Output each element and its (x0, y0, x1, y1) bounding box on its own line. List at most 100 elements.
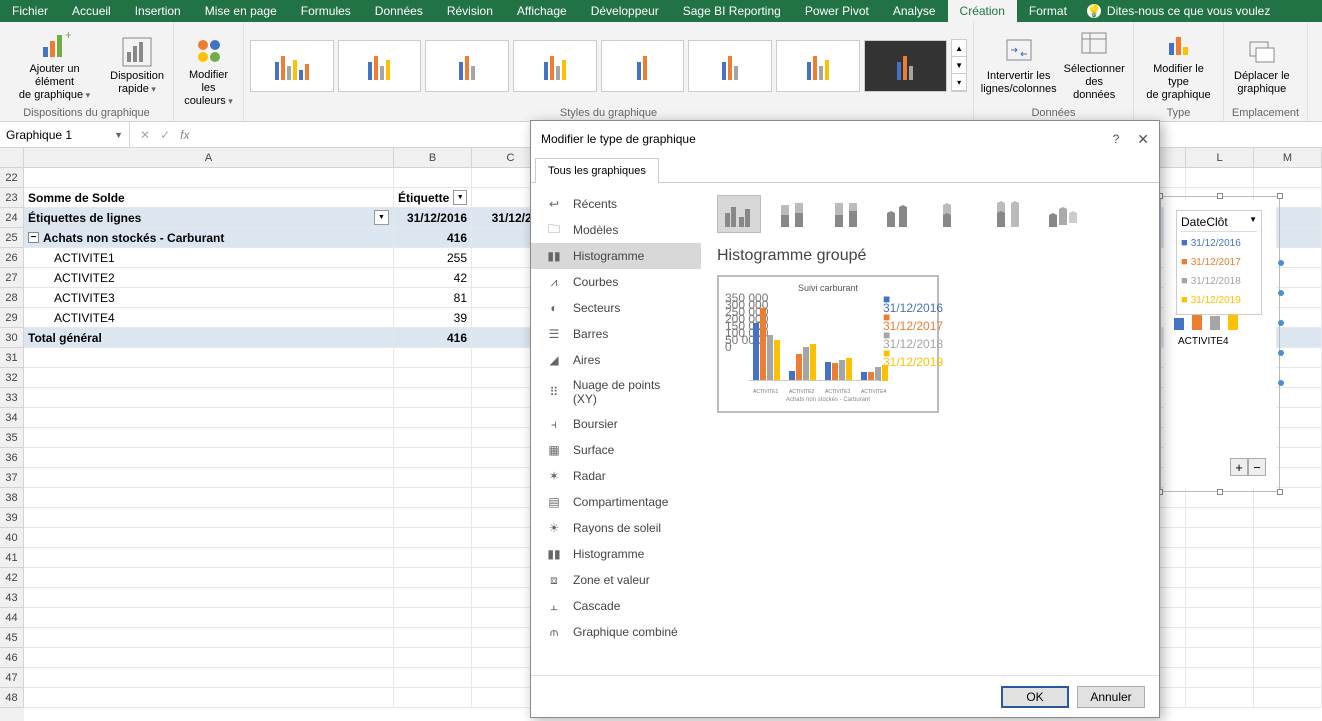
row-header[interactable]: 22 (0, 168, 24, 188)
cat-recents[interactable]: ↩Récents (531, 191, 701, 217)
row-header[interactable]: 35 (0, 428, 24, 448)
tab-developpeur[interactable]: Développeur (579, 0, 671, 22)
tell-me[interactable]: 💡 Dites-nous ce que vous voulez (1079, 0, 1270, 22)
row-header[interactable]: 41 (0, 548, 24, 568)
tab-sage-bi[interactable]: Sage BI Reporting (671, 0, 793, 22)
help-icon[interactable]: ? (1113, 132, 1120, 146)
tab-affichage[interactable]: Affichage (505, 0, 579, 22)
row-header[interactable]: 40 (0, 528, 24, 548)
subtype-clustered-column[interactable] (717, 195, 761, 233)
col-header[interactable]: B (394, 148, 472, 168)
tab-power-pivot[interactable]: Power Pivot (793, 0, 881, 22)
chart-style-6[interactable] (688, 40, 772, 92)
chart-style-2[interactable] (338, 40, 422, 92)
dialog-titlebar[interactable]: Modifier le type de graphique ? ✕ (531, 121, 1159, 157)
move-chart-button[interactable]: Déplacer le graphique (1230, 34, 1294, 98)
cat-histogram2[interactable]: ▮▮Histogramme (531, 541, 701, 567)
chart-style-5[interactable] (601, 40, 685, 92)
cancel-button[interactable]: Annuler (1077, 686, 1145, 708)
col-header[interactable]: L (1186, 148, 1254, 168)
cat-histogram[interactable]: ▮▮Histogramme (531, 243, 701, 269)
filter-button[interactable]: ▼ (374, 210, 389, 225)
subtype-stacked-column[interactable] (771, 195, 815, 233)
expand-button[interactable]: + (1230, 458, 1248, 476)
change-chart-type-button[interactable]: Modifier le type de graphique (1140, 27, 1217, 104)
slicer[interactable]: DateClôt▼ 31/12/2016 31/12/2017 31/12/20… (1176, 210, 1262, 315)
cat-scatter[interactable]: ⠿Nuage de points (XY) (531, 373, 701, 411)
tab-accueil[interactable]: Accueil (60, 0, 123, 22)
cat-waterfall[interactable]: ⫠Cascade (531, 593, 701, 619)
row-header[interactable]: 47 (0, 668, 24, 688)
change-colors-button[interactable]: Modifier les couleurs (180, 33, 237, 110)
row-header[interactable]: 32 (0, 368, 24, 388)
tab-all-charts[interactable]: Tous les graphiques (535, 158, 659, 183)
chart-style-8[interactable] (864, 40, 948, 92)
row-header[interactable]: 43 (0, 588, 24, 608)
select-data-button[interactable]: Sélectionner des données (1061, 27, 1127, 104)
subtype-3d-100-stacked[interactable] (987, 195, 1031, 233)
cat-stock[interactable]: ⫞Boursier (531, 411, 701, 437)
cancel-icon[interactable]: ✕ (140, 128, 150, 142)
chart-style-7[interactable] (776, 40, 860, 92)
cat-boxwhisker[interactable]: ⧈Zone et valeur (531, 567, 701, 593)
collapse-button[interactable]: − (1248, 458, 1266, 476)
embedded-chart[interactable]: DateClôt▼ 31/12/2016 31/12/2017 31/12/20… (1164, 200, 1276, 488)
cat-treemap[interactable]: ▤Compartimentage (531, 489, 701, 515)
row-header[interactable]: 30 (0, 328, 24, 348)
fx-icon[interactable]: fx (180, 128, 195, 142)
col-header[interactable]: A (24, 148, 394, 168)
tab-format[interactable]: Format (1017, 0, 1079, 22)
chart-style-1[interactable] (250, 40, 334, 92)
chart-side-buttons[interactable] (1278, 260, 1284, 386)
filter-button[interactable]: ▼ (453, 190, 467, 205)
gallery-more[interactable]: ▲▼▾ (951, 39, 967, 92)
cat-pie[interactable]: ◐Secteurs (531, 295, 701, 321)
row-header[interactable]: 44 (0, 608, 24, 628)
row-header[interactable]: 25 (0, 228, 24, 248)
tab-analyse[interactable]: Analyse (881, 0, 948, 22)
row-header[interactable]: 39 (0, 508, 24, 528)
collapse-button[interactable]: − (28, 232, 39, 243)
row-header[interactable]: 42 (0, 568, 24, 588)
row-header[interactable]: 29 (0, 308, 24, 328)
tab-fichier[interactable]: Fichier (0, 0, 60, 22)
row-header[interactable]: 24 (0, 208, 24, 228)
enter-icon[interactable]: ✓ (160, 128, 170, 142)
subtype-100-stacked-column[interactable] (825, 195, 869, 233)
cat-radar[interactable]: ✶Radar (531, 463, 701, 489)
tab-mise-en-page[interactable]: Mise en page (193, 0, 289, 22)
row-header[interactable]: 26 (0, 248, 24, 268)
row-header[interactable]: 48 (0, 688, 24, 708)
add-chart-element-button[interactable]: + Ajouter un élément de graphique (6, 27, 103, 104)
chart-style-4[interactable] (513, 40, 597, 92)
row-header[interactable]: 31 (0, 348, 24, 368)
cat-line[interactable]: ⩘Courbes (531, 269, 701, 295)
row-header[interactable]: 46 (0, 648, 24, 668)
cat-bar[interactable]: ☰Barres (531, 321, 701, 347)
row-header[interactable]: 37 (0, 468, 24, 488)
name-box[interactable]: Graphique 1▼ (0, 122, 130, 147)
cat-combo[interactable]: ⫙Graphique combiné (531, 619, 701, 645)
ok-button[interactable]: OK (1001, 686, 1069, 708)
switch-row-column-button[interactable]: Intervertir les lignes/colonnes (980, 34, 1057, 98)
row-header[interactable]: 36 (0, 448, 24, 468)
row-header[interactable]: 45 (0, 628, 24, 648)
row-header[interactable]: 27 (0, 268, 24, 288)
cat-sunburst[interactable]: ☀Rayons de soleil (531, 515, 701, 541)
row-header[interactable]: 33 (0, 388, 24, 408)
row-header[interactable]: 34 (0, 408, 24, 428)
subtype-3d-clustered[interactable] (879, 195, 923, 233)
subtype-3d-column[interactable] (1041, 195, 1085, 233)
tab-revision[interactable]: Révision (435, 0, 505, 22)
cat-surface[interactable]: ▦Surface (531, 437, 701, 463)
row-header[interactable]: 28 (0, 288, 24, 308)
cat-area[interactable]: ◢Aires (531, 347, 701, 373)
tab-creation[interactable]: Création (948, 0, 1017, 22)
row-header[interactable]: 38 (0, 488, 24, 508)
chart-preview[interactable]: Suivi carburant 350 000300 000250 000200… (717, 275, 939, 413)
quick-layout-button[interactable]: Disposition rapide (107, 34, 167, 98)
tab-donnees[interactable]: Données (363, 0, 435, 22)
row-header[interactable]: 23 (0, 188, 24, 208)
tab-insertion[interactable]: Insertion (123, 0, 193, 22)
tab-formules[interactable]: Formules (289, 0, 363, 22)
